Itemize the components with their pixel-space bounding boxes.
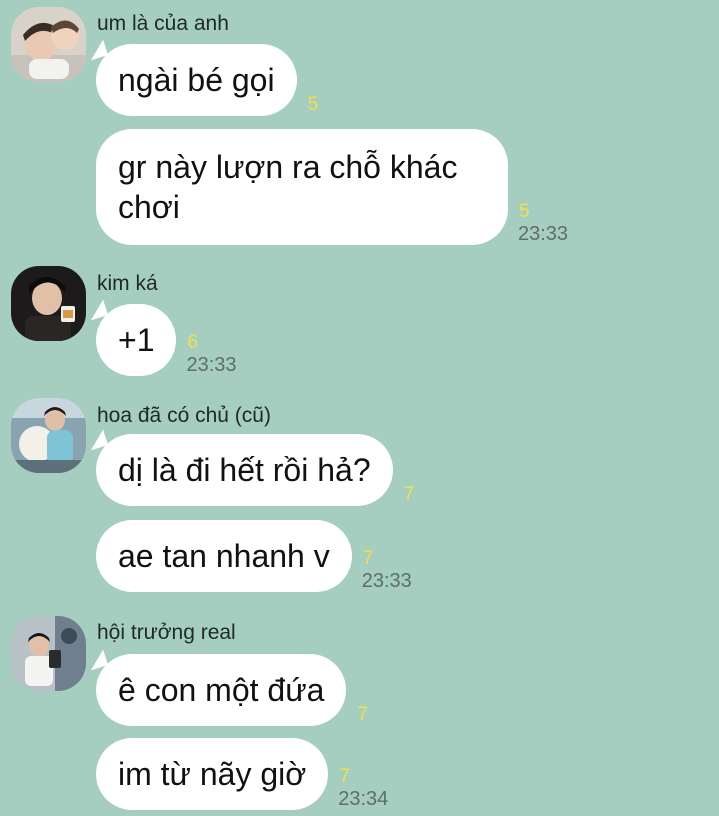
message-meta: 7 23:34: [338, 766, 398, 810]
sender-avatar[interactable]: [11, 266, 86, 341]
message-row: im từ nãy giờ 7 23:34: [96, 738, 398, 810]
message-bubble[interactable]: dị là đi hết rồi hả?: [96, 434, 393, 506]
sender-avatar[interactable]: [11, 398, 86, 473]
unread-count: 5: [519, 201, 530, 222]
profile-photo-icon: [11, 7, 86, 82]
message-row: +1 6 23:33: [96, 304, 246, 376]
message-row: dị là đi hết rồi hả? 7: [96, 434, 463, 506]
message-timestamp: 23:33: [186, 354, 237, 376]
sender-avatar[interactable]: [11, 7, 86, 82]
profile-photo-icon: [11, 398, 86, 473]
unread-count: 7: [362, 548, 374, 569]
unread-count: 7: [339, 766, 350, 787]
sender-name: kim ká: [97, 272, 158, 295]
message-meta: 6 23:33: [186, 332, 246, 376]
message-row: ae tan nhanh v 7 23:33: [96, 520, 422, 592]
profile-photo-icon: [11, 616, 86, 691]
message-bubble[interactable]: im từ nãy giờ: [96, 738, 329, 810]
message-meta: 5: [307, 94, 367, 116]
message-row: gr này lượn ra chỗ khác chơi 5 23:33: [96, 129, 578, 245]
unread-count: 6: [187, 332, 199, 353]
sender-avatar[interactable]: [11, 616, 86, 691]
sender-name: hội trưởng real: [97, 621, 236, 644]
message-bubble[interactable]: gr này lượn ra chỗ khác chơi: [96, 129, 508, 245]
message-bubble[interactable]: ae tan nhanh v: [96, 520, 352, 592]
message-meta: 7 23:33: [362, 548, 422, 592]
message-bubble[interactable]: ngài bé gọi: [96, 44, 297, 116]
message-timestamp: 23:33: [361, 570, 412, 592]
sender-name: um là của anh: [97, 12, 229, 35]
message-row: ê con một đứa 7: [96, 654, 416, 726]
chat-message-list[interactable]: um là của anh ngài bé gọi 5 gr này lượn …: [0, 0, 719, 816]
message-meta: 7: [403, 484, 463, 506]
unread-count: 5: [307, 94, 319, 115]
profile-photo-icon: [11, 266, 86, 341]
message-timestamp: 23:34: [338, 788, 389, 810]
message-bubble[interactable]: +1: [96, 304, 177, 376]
message-bubble[interactable]: ê con một đứa: [96, 654, 347, 726]
message-row: ngài bé gọi 5: [96, 44, 367, 116]
message-timestamp: 23:33: [518, 223, 569, 245]
unread-count: 7: [403, 484, 415, 505]
unread-count: 7: [357, 704, 368, 725]
message-meta: 7: [356, 704, 416, 726]
sender-name: hoa đã có chủ (cũ): [97, 404, 271, 427]
message-meta: 5 23:33: [518, 201, 578, 245]
